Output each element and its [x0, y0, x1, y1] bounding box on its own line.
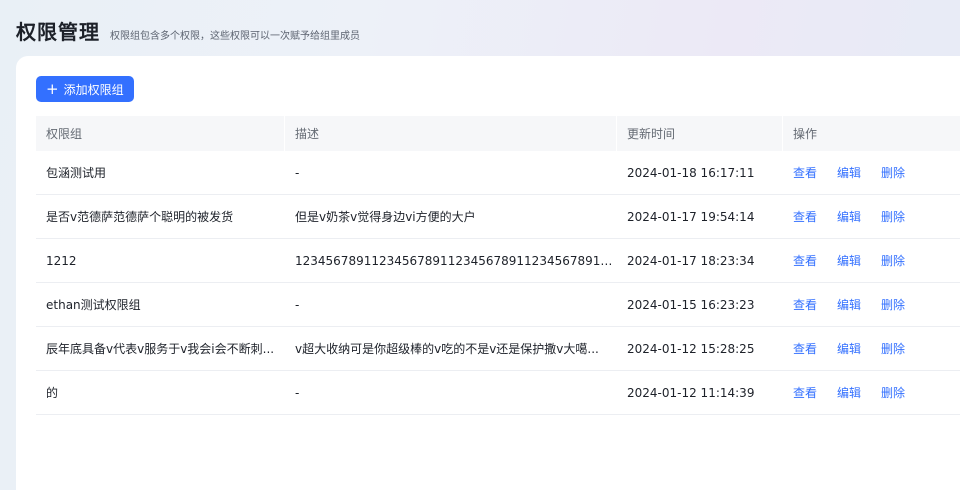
- actions-cell: 查看 编辑 删除: [783, 151, 960, 194]
- view-link[interactable]: 查看: [793, 208, 817, 225]
- table-row: 是否v范德萨范德萨个聪明的被发货 但是v奶茶v觉得身边vi方便的大户 2024-01…: [36, 195, 960, 239]
- page-title: 权限管理: [16, 20, 100, 44]
- table-row: ethan测试权限组 - 2024-01-15 16:23:23 查看 编辑 删除: [36, 283, 960, 327]
- group-name-cell: 辰年底具备v代表v服务于v我会i会不断刺...: [46, 342, 275, 356]
- updated-time-cell: 2024-01-17 18:23:34: [627, 253, 755, 268]
- edit-link[interactable]: 编辑: [837, 384, 861, 401]
- group-desc-cell: -: [295, 165, 300, 180]
- table-header: 权限组 描述 更新时间 操作: [36, 116, 960, 151]
- view-link[interactable]: 查看: [793, 164, 817, 181]
- group-desc-cell: 1234567891123456789112345678911234567891…: [295, 253, 617, 268]
- actions-cell: 查看 编辑 删除: [783, 327, 960, 370]
- actions-cell: 查看 编辑 删除: [783, 239, 960, 282]
- plus-icon: +: [46, 79, 59, 98]
- permission-group-table: 权限组 描述 更新时间 操作 包涵测试用 - 2024-01-18 16:17:11…: [36, 116, 960, 415]
- table-row: 包涵测试用 - 2024-01-18 16:17:11 查看 编辑 删除: [36, 151, 960, 195]
- edit-link[interactable]: 编辑: [837, 340, 861, 357]
- table-row: 1212 123456789112345678911234567891123456…: [36, 239, 960, 283]
- group-desc-cell: -: [295, 297, 300, 312]
- group-desc-cell: v超大收纳可是你超级棒的v吃的不是v还是保护撒v大噶...: [295, 342, 599, 356]
- table-row: 的 - 2024-01-12 11:14:39 查看 编辑 删除: [36, 371, 960, 415]
- page-header: 权限管理 权限组包含多个权限，这些权限可以一次赋予给组里成员: [16, 16, 360, 45]
- updated-time-cell: 2024-01-15 16:23:23: [627, 297, 755, 312]
- group-name-cell: 是否v范德萨范德萨个聪明的被发货: [46, 210, 234, 224]
- add-permission-group-button[interactable]: + 添加权限组: [36, 76, 134, 102]
- delete-link[interactable]: 删除: [881, 296, 905, 313]
- group-name-cell: ethan测试权限组: [46, 298, 141, 312]
- group-name-cell: 包涵测试用: [46, 166, 107, 180]
- column-header-time: 更新时间: [617, 116, 783, 151]
- delete-link[interactable]: 删除: [881, 164, 905, 181]
- actions-cell: 查看 编辑 删除: [783, 283, 960, 326]
- updated-time-cell: 2024-01-12 15:28:25: [627, 341, 755, 356]
- delete-link[interactable]: 删除: [881, 384, 905, 401]
- add-button-label: 添加权限组: [63, 82, 124, 97]
- delete-link[interactable]: 删除: [881, 252, 905, 269]
- group-name-cell: 1212: [46, 253, 77, 268]
- updated-time-cell: 2024-01-12 11:14:39: [627, 385, 755, 400]
- updated-time-cell: 2024-01-17 19:54:14: [627, 209, 755, 224]
- edit-link[interactable]: 编辑: [837, 252, 861, 269]
- content-card: + 添加权限组 权限组 描述 更新时间 操作 包涵测试用 - 2024-01-18 …: [16, 56, 960, 490]
- view-link[interactable]: 查看: [793, 340, 817, 357]
- group-name-cell: 的: [46, 386, 59, 400]
- edit-link[interactable]: 编辑: [837, 164, 861, 181]
- group-desc-cell: 但是v奶茶v觉得身边vi方便的大户: [295, 210, 476, 224]
- view-link[interactable]: 查看: [793, 296, 817, 313]
- actions-cell: 查看 编辑 删除: [783, 195, 960, 238]
- table-body: 包涵测试用 -2024-01-18 16:17:11 查看 编辑 删除 是否v范德萨范德萨…: [36, 151, 960, 415]
- column-header-actions: 操作: [793, 127, 818, 141]
- table-row: 辰年底具备v代表v服务于v我会i会不断刺... v超大收纳可是你超级棒的v吃的不是…: [36, 327, 960, 371]
- group-desc-cell: -: [295, 385, 300, 400]
- view-link[interactable]: 查看: [793, 384, 817, 401]
- page-subtitle: 权限组包含多个权限，这些权限可以一次赋予给组里成员: [110, 31, 360, 42]
- view-link[interactable]: 查看: [793, 252, 817, 269]
- edit-link[interactable]: 编辑: [837, 296, 861, 313]
- edit-link[interactable]: 编辑: [837, 208, 861, 225]
- updated-time-cell: 2024-01-18 16:17:11: [627, 165, 755, 180]
- delete-link[interactable]: 删除: [881, 208, 905, 225]
- actions-cell: 查看 编辑 删除: [783, 371, 960, 414]
- column-header-desc: 描述: [285, 116, 617, 151]
- delete-link[interactable]: 删除: [881, 340, 905, 357]
- column-header-name: 权限组: [36, 116, 285, 151]
